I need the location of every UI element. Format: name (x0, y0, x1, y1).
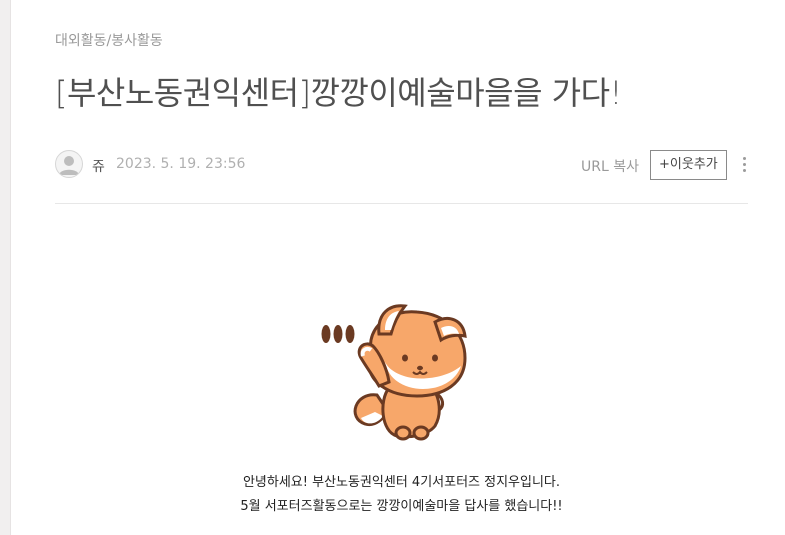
add-neighbor-button[interactable]: +이웃추가 (650, 150, 727, 180)
left-rail (0, 0, 11, 535)
url-copy-button[interactable]: URL 복사 (581, 156, 639, 176)
avatar[interactable] (55, 150, 83, 178)
fox-waving-sticker (321, 304, 467, 441)
author-name[interactable]: 쥬 (92, 156, 105, 176)
post-meta: 쥬 2023. 5. 19. 23:56 URL 복사 +이웃추가 (55, 148, 748, 182)
default-user-icon (59, 156, 79, 175)
post-date: 2023. 5. 19. 23:56 (116, 156, 246, 172)
more-vertical-icon[interactable] (739, 154, 749, 176)
divider (55, 203, 748, 204)
body-paragraph-1: 안녕하세요! 부산노동권익센터 4기서포터즈 정지우입니다. (242, 475, 561, 490)
category-link[interactable]: 대외활동/봉사활동 (55, 30, 163, 50)
post-container: 대외활동/봉사활동 [부산노동권익센터]깡깡이예술마을을 가다! 쥬 2023.… (55, 0, 748, 535)
body-paragraph-2: 5월 서포터즈활동으로는 깡깡이예술마을 답사를 했습니다!! (240, 499, 563, 514)
post-title: [부산노동권익센터]깡깡이예술마을을 가다! (55, 74, 622, 112)
